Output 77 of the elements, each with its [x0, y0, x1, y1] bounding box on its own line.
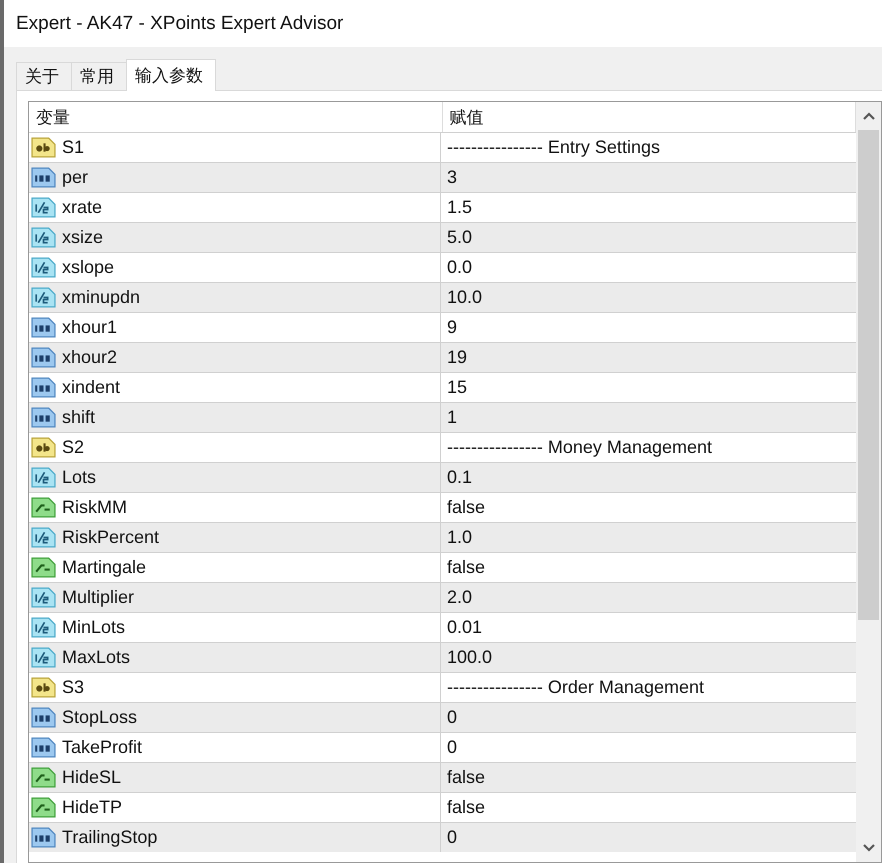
parameter-value: false: [447, 767, 486, 788]
parameter-name: Martingale: [62, 557, 146, 578]
fraction-type-icon: [31, 616, 56, 639]
integer-type-icon: [31, 346, 56, 369]
toggle-type-icon: [31, 766, 56, 789]
parameter-value: 0: [447, 737, 458, 758]
parameter-name: xsize: [62, 227, 104, 248]
parameter-value: 5.0: [447, 227, 472, 248]
scrollbar[interactable]: [856, 102, 881, 862]
parameter-value: 15: [447, 377, 468, 398]
parameter-name: TakeProfit: [62, 737, 142, 758]
parameter-name: xminupdn: [62, 287, 140, 308]
fraction-type-icon: [31, 526, 56, 549]
parameter-name: per: [62, 167, 88, 188]
fraction-type-icon: [31, 256, 56, 279]
parameter-value: 0: [447, 827, 458, 848]
parameter-name: xindent: [62, 377, 120, 398]
string-type-icon: [31, 136, 56, 159]
parameter-name: RiskMM: [62, 497, 127, 518]
parameter-value: 0.01: [447, 617, 482, 638]
toggle-type-icon: [31, 796, 56, 819]
parameter-name: Multiplier: [62, 587, 134, 608]
fraction-type-icon: [31, 586, 56, 609]
parameter-value: 9: [447, 317, 458, 338]
parameter-name: RiskPercent: [62, 527, 160, 548]
parameter-value: ---------------- Money Management: [447, 437, 712, 458]
parameter-value: 0.0: [447, 257, 472, 278]
string-type-icon: [31, 676, 56, 699]
parameter-name: HideTP: [62, 797, 122, 818]
parameter-value: 10.0: [447, 287, 482, 308]
parameter-name: MinLots: [62, 617, 126, 638]
parameter-value: 19: [447, 347, 468, 368]
integer-type-icon: [31, 376, 56, 399]
fraction-type-icon: [31, 646, 56, 669]
integer-type-icon: [31, 826, 56, 849]
parameter-name: Lots: [62, 467, 96, 488]
parameter-name: HideSL: [62, 767, 122, 788]
parameter-value: 3: [447, 167, 458, 188]
parameter-name: shift: [62, 407, 96, 428]
parameter-name: StopLoss: [62, 707, 138, 728]
parameter-name: S1: [62, 137, 84, 158]
parameter-value: 0.1: [447, 467, 472, 488]
parameter-name: S3: [62, 677, 84, 698]
parameter-value: 100.0: [447, 647, 492, 668]
integer-type-icon: [31, 316, 56, 339]
fraction-type-icon: [31, 466, 56, 489]
parameter-value: 0: [447, 707, 458, 728]
string-type-icon: [31, 436, 56, 459]
parameter-name: TrailingStop: [62, 827, 158, 848]
scrollbar-thumb[interactable]: [858, 130, 879, 620]
parameter-value: 1: [447, 407, 458, 428]
parameter-name: xslope: [62, 257, 114, 278]
toggle-type-icon: [31, 496, 56, 519]
parameter-value: 2.0: [447, 587, 472, 608]
fraction-type-icon: [31, 226, 56, 249]
parameter-name: xhour1: [62, 317, 118, 338]
parameter-name: S2: [62, 437, 84, 458]
fraction-type-icon: [31, 196, 56, 219]
parameter-name: MaxLots: [62, 647, 130, 668]
parameter-value: false: [447, 497, 486, 518]
window-title: Expert - AK47 - XPoints Expert Advisor: [16, 12, 344, 34]
parameter-name: xrate: [62, 197, 102, 218]
fraction-type-icon: [31, 286, 56, 309]
parameter-value: 1.5: [447, 197, 472, 218]
integer-type-icon: [31, 166, 56, 189]
toggle-type-icon: [31, 556, 56, 579]
tab[interactable]: 输入参数: [126, 59, 216, 91]
parameter-value: ---------------- Entry Settings: [447, 137, 660, 158]
tab[interactable]: 关于: [16, 62, 72, 90]
integer-type-icon: [31, 706, 56, 729]
integer-type-icon: [31, 406, 56, 429]
integer-type-icon: [31, 736, 56, 759]
parameter-value: ---------------- Order Management: [447, 677, 704, 698]
parameter-value: false: [447, 557, 486, 578]
parameter-value: 1.0: [447, 527, 472, 548]
parameter-value: false: [447, 797, 486, 818]
parameter-name: xhour2: [62, 347, 118, 368]
